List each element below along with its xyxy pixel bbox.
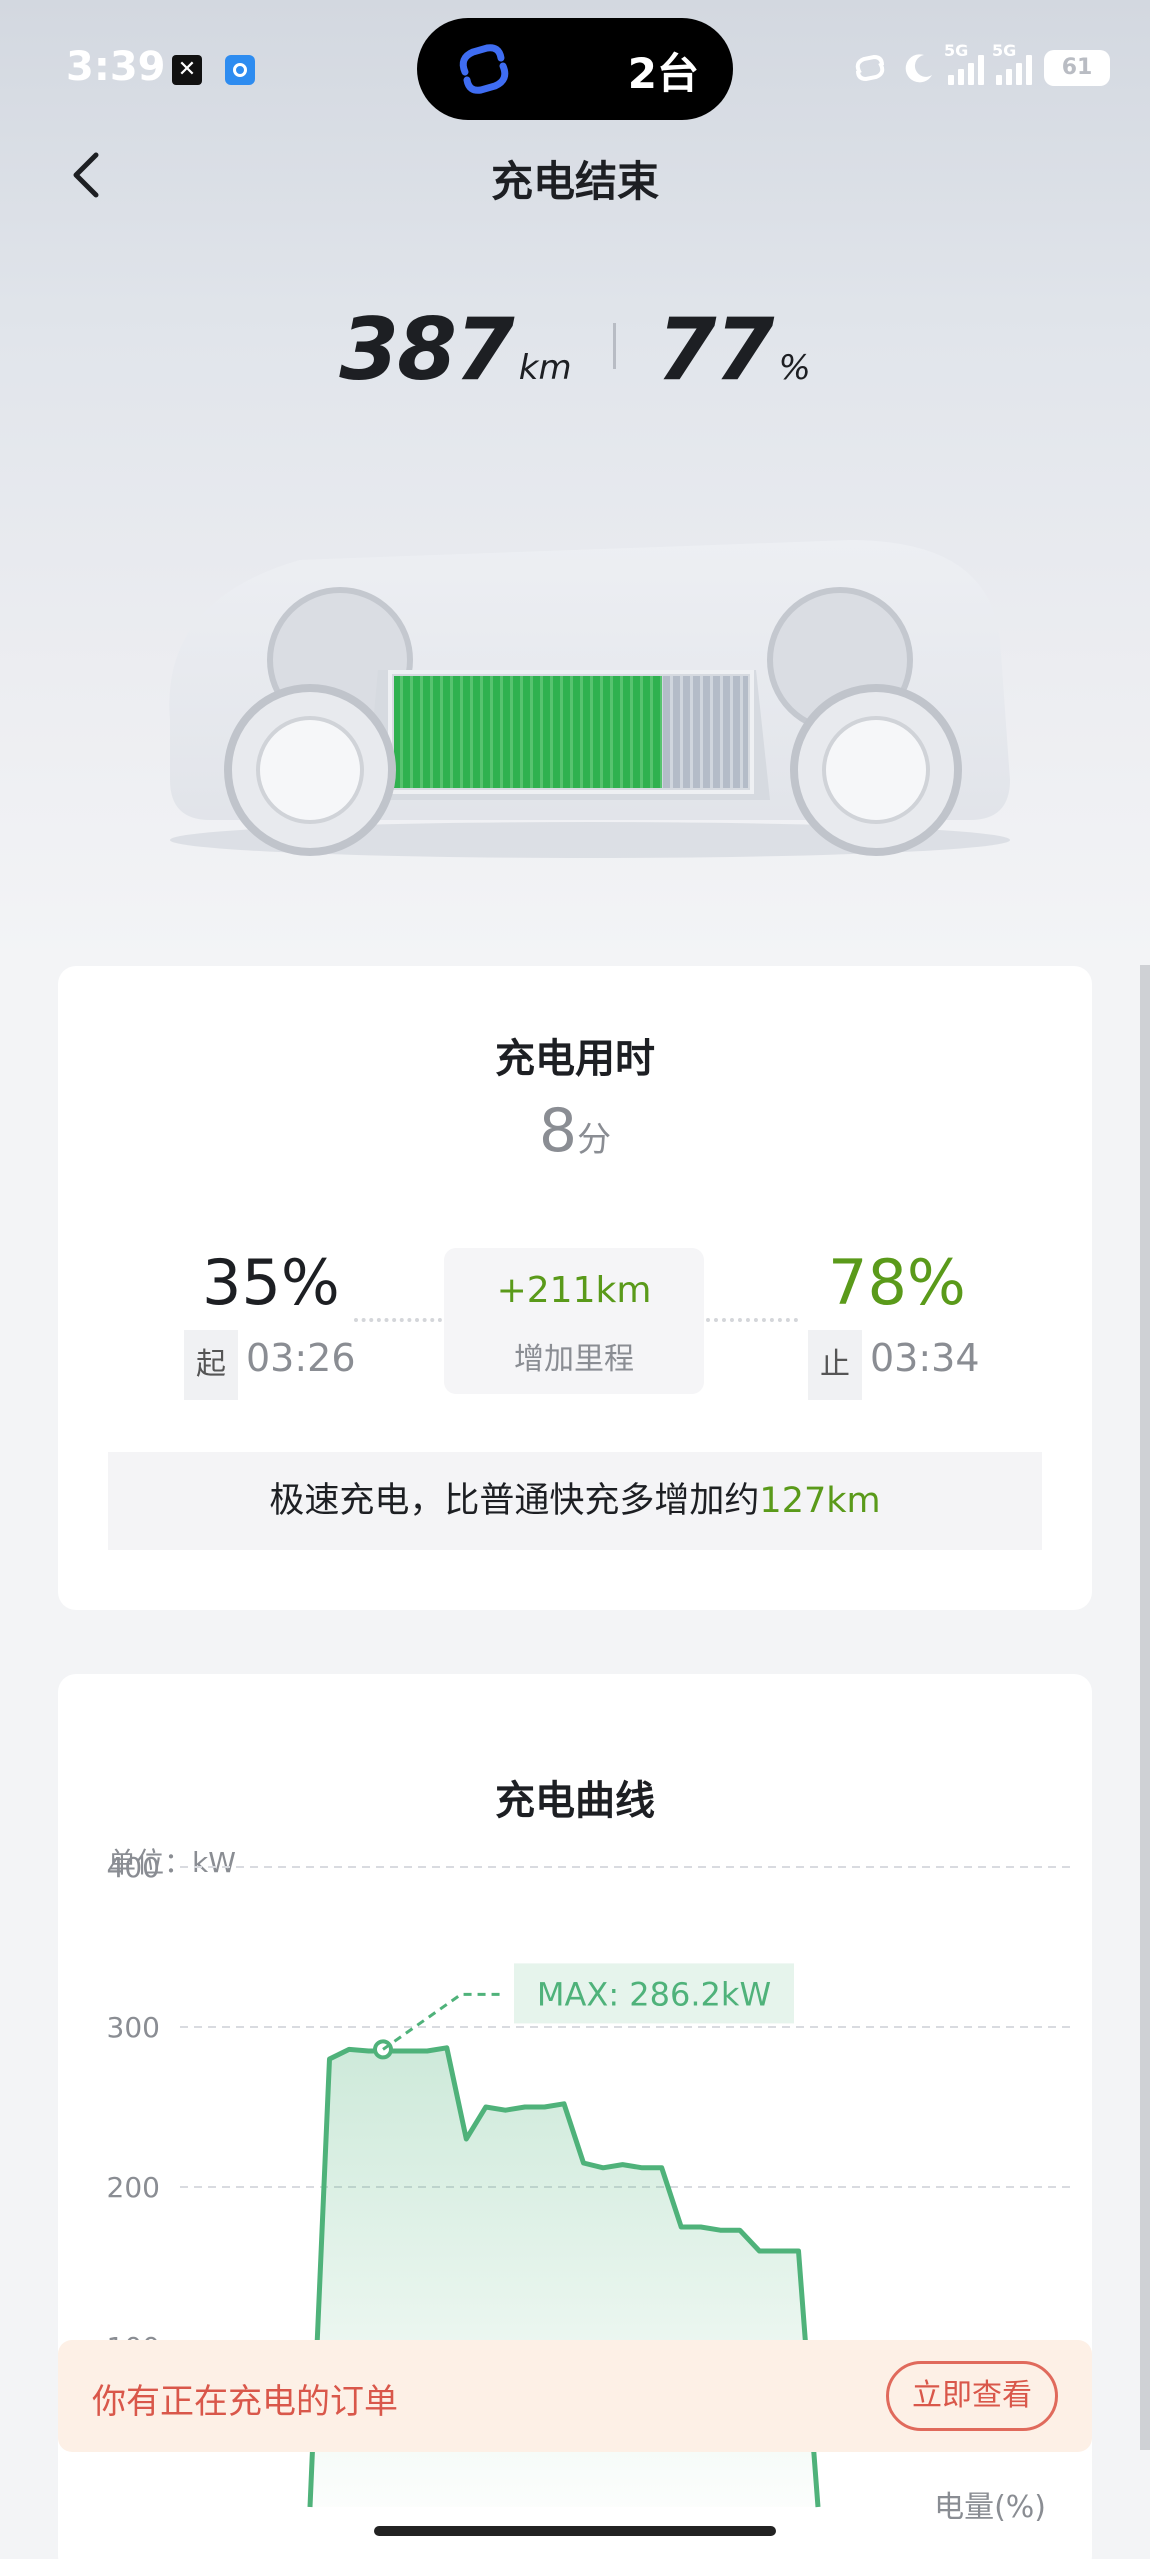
status-time: 3:39 <box>66 44 166 90</box>
chart-title: 充电曲线 <box>495 1778 655 1824</box>
duration-value: 8分 <box>58 1096 1092 1166</box>
y-tick-label: 400 <box>107 1851 160 1884</box>
view-now-button[interactable]: 立即查看 <box>886 2361 1058 2431</box>
ongoing-order-banner[interactable]: 你有正在充电的订单 立即查看 <box>58 2340 1092 2452</box>
note-text: 极速充电，比普通快充多增加约 <box>269 1481 760 1521</box>
range-unit: km <box>518 348 572 388</box>
added-range-value: +211km <box>496 1270 652 1311</box>
link-icon <box>459 44 509 94</box>
status-icons: 5G 5G 61 <box>850 41 1110 90</box>
max-label: MAX: 286.2kW <box>537 1975 771 2013</box>
status-bar: 3:39 ✕ 2台 5G 5G 61 <box>0 0 1150 140</box>
max-leader-line <box>382 1992 501 2051</box>
signal-icon-1: 5G <box>944 41 984 85</box>
dynamic-island[interactable]: 2台 <box>417 18 733 120</box>
moon-icon <box>905 54 932 83</box>
soc-unit: % <box>778 348 811 388</box>
y-tick-label: 300 <box>107 2011 160 2044</box>
start-soc: 35% <box>202 1246 340 1319</box>
start-tag: 起 <box>184 1330 238 1400</box>
note-highlight: 127km <box>759 1481 881 1521</box>
duration-number: 8 <box>538 1096 578 1166</box>
app-notification-icon: ✕ <box>172 55 202 85</box>
duration-unit: 分 <box>577 1120 612 1160</box>
battery-icon: 61 <box>1044 50 1110 86</box>
dotted-connector-left <box>354 1318 442 1322</box>
scrollbar-track[interactable] <box>1140 965 1150 2450</box>
soc-value: 77 <box>656 300 775 400</box>
y-tick-label: 200 <box>107 2171 160 2204</box>
banner-text: 你有正在充电的订单 <box>92 2382 398 2422</box>
duration-title: 充电用时 <box>495 1036 655 1082</box>
range-soc-summary: 387 km 77% <box>0 300 1150 400</box>
end-time: 03:34 <box>870 1336 980 1380</box>
charging-app-icon <box>225 55 255 85</box>
added-range-box: +211km 增加里程 <box>444 1248 704 1394</box>
added-range-label: 增加里程 <box>514 1342 634 1377</box>
link-status-icon <box>855 54 885 82</box>
scrollbar-thumb[interactable] <box>1140 965 1150 2450</box>
end-soc: 78% <box>828 1246 966 1319</box>
stat-divider <box>612 323 616 369</box>
island-count: 2台 <box>627 49 699 98</box>
charge-session-card: 充电用时 8分 35% 起 03:26 +211km 增加里程 78% 止 03… <box>58 966 1092 1610</box>
car-chassis-illustration <box>169 540 1011 858</box>
chart-x-axis-label: 电量(%) <box>934 2490 1046 2525</box>
fast-charge-note: 极速充电，比普通快充多增加约127km <box>108 1452 1042 1550</box>
page-title: 充电结束 <box>490 157 659 206</box>
start-time: 03:26 <box>246 1336 356 1380</box>
home-indicator[interactable] <box>374 2526 776 2536</box>
end-tag: 止 <box>808 1330 862 1400</box>
dotted-connector-right <box>706 1318 798 1322</box>
signal-icon-2: 5G <box>992 41 1032 85</box>
range-value: 387 <box>339 300 515 400</box>
